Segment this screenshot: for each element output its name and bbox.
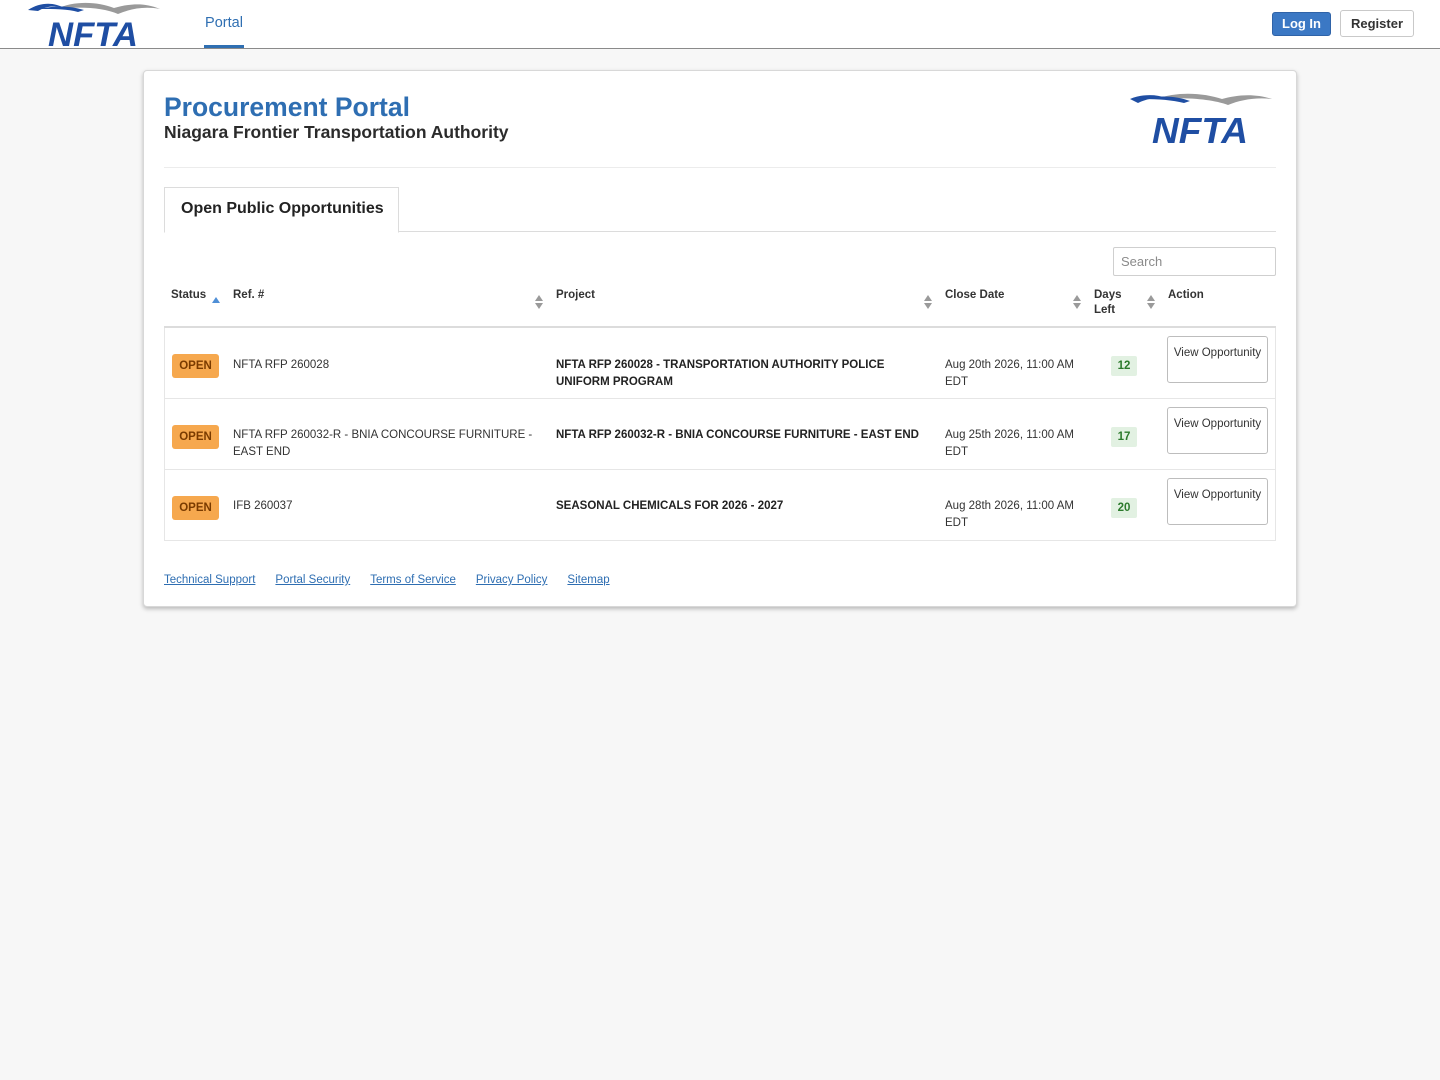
tab-open-public-opportunities[interactable]: Open Public Opportunities <box>164 187 399 233</box>
top-nav: NFTA Portal Log In Register <box>0 0 1440 54</box>
days-left-badge: 20 <box>1111 498 1137 518</box>
nfta-logo[interactable]: NFTA <box>26 0 162 54</box>
table-row: OPEN NFTA RFP 260028 NFTA RFP 260028 - T… <box>164 328 1276 399</box>
view-opportunity-button[interactable]: View Opportunity <box>1167 478 1268 525</box>
footer-links: Technical Support Portal Security Terms of… <box>164 574 630 586</box>
divider <box>164 167 1276 168</box>
status-badge: OPEN <box>172 425 219 449</box>
close-date: Aug 28th 2026, 11:00 AM EDT <box>945 500 1074 529</box>
nav-tab-portal[interactable]: Portal <box>204 0 244 48</box>
table-row: OPEN NFTA RFP 260032-R - BNIA CONCOURSE … <box>164 399 1276 470</box>
sort-icon[interactable] <box>535 295 543 309</box>
sort-icon[interactable] <box>1073 295 1081 309</box>
close-date: Aug 25th 2026, 11:00 AM EDT <box>945 429 1074 458</box>
status-badge: OPEN <box>172 354 219 378</box>
ref-number: NFTA RFP 260028 <box>233 359 330 371</box>
project-name: NFTA RFP 260032-R - BNIA CONCOURSE FURNI… <box>556 429 919 441</box>
search-input[interactable] <box>1113 247 1276 276</box>
days-left-badge: 17 <box>1111 427 1137 447</box>
sort-icon[interactable] <box>924 295 932 309</box>
login-button[interactable]: Log In <box>1272 12 1331 36</box>
logo-text: NFTA <box>1152 110 1248 147</box>
footer-link-terms-of-service[interactable]: Terms of Service <box>370 574 456 586</box>
column-header-days-left[interactable]: Days Left <box>1094 288 1134 318</box>
column-header-ref[interactable]: Ref. # <box>233 288 264 303</box>
status-badge: OPEN <box>172 496 219 520</box>
footer-link-technical-support[interactable]: Technical Support <box>164 574 255 586</box>
footer-link-sitemap[interactable]: Sitemap <box>567 574 609 586</box>
nfta-logo: NFTA <box>1130 91 1274 151</box>
sort-icon[interactable] <box>1147 295 1155 309</box>
logo-text: NFTA <box>48 16 138 48</box>
column-header-action: Action <box>1168 289 1204 301</box>
project-name: SEASONAL CHEMICALS FOR 2026 - 2027 <box>556 500 784 512</box>
ref-number: NFTA RFP 260032-R - BNIA CONCOURSE FURNI… <box>233 429 533 458</box>
days-left-badge: 12 <box>1111 356 1137 376</box>
view-opportunity-button[interactable]: View Opportunity <box>1167 407 1268 454</box>
close-date: Aug 20th 2026, 11:00 AM EDT <box>945 359 1074 388</box>
sort-asc-icon[interactable] <box>212 292 220 306</box>
footer-link-portal-security[interactable]: Portal Security <box>275 574 350 586</box>
page-subtitle: Niagara Frontier Transportation Authorit… <box>164 122 509 142</box>
project-name: NFTA RFP 260028 - TRANSPORTATION AUTHORI… <box>556 359 885 388</box>
register-button[interactable]: Register <box>1340 10 1414 37</box>
column-header-close-date[interactable]: Close Date <box>945 288 1004 303</box>
view-opportunity-button[interactable]: View Opportunity <box>1167 336 1268 383</box>
column-header-project[interactable]: Project <box>556 288 595 303</box>
footer-link-privacy-policy[interactable]: Privacy Policy <box>476 574 548 586</box>
table-row: OPEN IFB 260037 SEASONAL CHEMICALS FOR 2… <box>164 470 1276 541</box>
column-header-status[interactable]: Status <box>171 288 206 303</box>
ref-number: IFB 260037 <box>233 500 293 512</box>
page-title: Procurement Portal <box>164 92 410 122</box>
portal-card: Procurement Portal Niagara Frontier Tran… <box>143 70 1297 607</box>
